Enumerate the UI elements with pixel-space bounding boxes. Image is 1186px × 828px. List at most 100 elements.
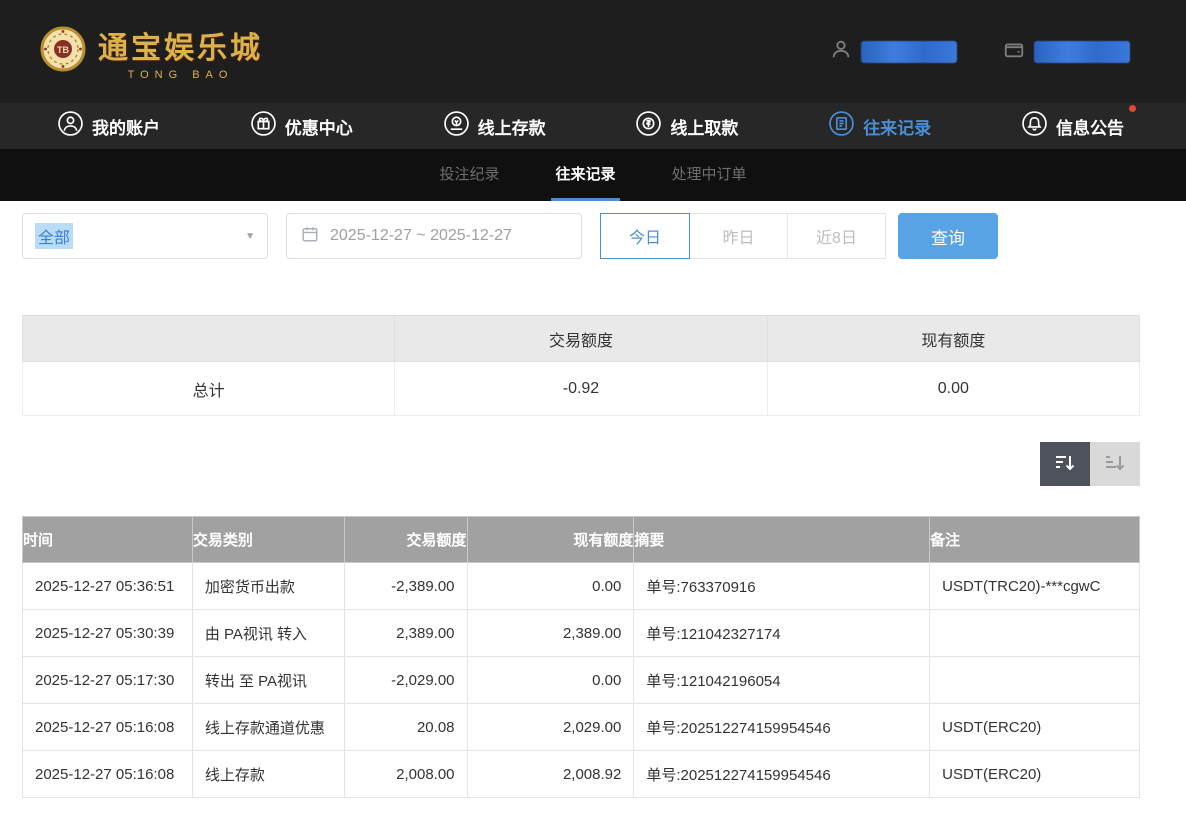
redacted-username <box>861 41 957 63</box>
date-range-value: 2025-12-27 ~ 2025-12-27 <box>330 227 512 245</box>
cell-summary: 单号:763370916 <box>634 563 930 610</box>
records-header-row: 时间 交易类别 交易额度 现有额度 摘要 备注 <box>23 517 1140 563</box>
category-selected-value: 全部 <box>35 223 73 249</box>
cell-summary: 单号:121042196054 <box>634 657 930 704</box>
coin-logo-icon: TB <box>40 26 86 77</box>
cell-summary: 单号:202512274159954546 <box>634 704 930 751</box>
cell-type: 转出 至 PA视讯 <box>192 657 344 704</box>
summary-table: 交易额度 现有额度 总计 -0.92 0.00 <box>22 315 1140 416</box>
table-row: 2025-12-27 05:16:08 线上存款通道优惠 20.08 2,029… <box>23 704 1140 751</box>
summary-total-label: 总计 <box>23 362 395 416</box>
header-balance: 现有额度 <box>467 517 634 563</box>
user-balance-summary[interactable] <box>1003 38 1130 65</box>
nav-item-announcements[interactable]: 信息公告 <box>1022 111 1124 141</box>
records-table: 时间 交易类别 交易额度 现有额度 摘要 备注 2025-12-27 05:36… <box>22 516 1140 798</box>
cell-remark <box>930 657 1140 704</box>
record-tabs: 投注纪录 往来记录 处理中订单 <box>0 149 1186 201</box>
sort-controls <box>0 442 1140 486</box>
tab-transaction-records[interactable]: 往来记录 <box>551 149 619 201</box>
cell-amount: -2,029.00 <box>344 657 467 704</box>
redacted-balance <box>1034 41 1130 63</box>
brand-text: 通宝娱乐城 TONG BAO <box>98 23 263 81</box>
summary-header-transaction: 交易额度 <box>395 316 767 362</box>
cell-remark <box>930 610 1140 657</box>
svg-text:TB: TB <box>57 45 69 55</box>
header-amount: 交易额度 <box>344 517 467 563</box>
sort-descending-button[interactable] <box>1040 442 1090 486</box>
cell-remark: USDT(TRC20)-***cgwC <box>930 563 1140 610</box>
cell-balance: 2,029.00 <box>467 704 634 751</box>
table-row: 2025-12-27 05:30:39 由 PA视讯 转入 2,389.00 2… <box>23 610 1140 657</box>
cell-amount: 20.08 <box>344 704 467 751</box>
calendar-icon <box>301 225 319 248</box>
cell-time: 2025-12-27 05:30:39 <box>23 610 193 657</box>
cell-type: 由 PA视讯 转入 <box>192 610 344 657</box>
deposit-icon <box>444 111 469 141</box>
cell-balance: 2,008.92 <box>467 751 634 798</box>
account-icon <box>58 111 83 141</box>
brand-logo: TB 通宝娱乐城 TONG BAO <box>40 23 263 81</box>
cell-type: 线上存款 <box>192 751 344 798</box>
user-account-summary[interactable] <box>830 38 957 65</box>
nav-item-my-account[interactable]: 我的账户 <box>58 111 160 141</box>
tab-label: 投注纪录 <box>439 163 499 184</box>
cell-time: 2025-12-27 05:17:30 <box>23 657 193 704</box>
tab-label: 往来记录 <box>555 163 615 184</box>
quick-range-today-button[interactable]: 今日 <box>600 213 690 259</box>
nav-label: 线上取款 <box>670 114 738 139</box>
quick-range-8days-button[interactable]: 近8日 <box>787 213 886 259</box>
summary-transaction-amount: -0.92 <box>395 362 767 416</box>
cell-remark: USDT(ERC20) <box>930 704 1140 751</box>
cell-time: 2025-12-27 05:16:08 <box>23 751 193 798</box>
records-icon <box>829 111 854 141</box>
search-button[interactable]: 查询 <box>898 213 998 259</box>
nav-item-online-deposit[interactable]: 线上存款 <box>444 111 546 141</box>
top-bar: TB 通宝娱乐城 TONG BAO <box>0 0 1186 103</box>
gift-icon <box>251 111 276 141</box>
nav-label: 优惠中心 <box>285 114 353 139</box>
table-row: 2025-12-27 05:16:08 线上存款 2,008.00 2,008.… <box>23 751 1140 798</box>
cell-summary: 单号:202512274159954546 <box>634 751 930 798</box>
withdraw-icon <box>636 111 661 141</box>
nav-item-online-withdrawal[interactable]: 线上取款 <box>636 111 738 141</box>
nav-label: 信息公告 <box>1056 114 1124 139</box>
wallet-icon <box>1003 38 1025 65</box>
sort-ascending-button[interactable] <box>1090 442 1140 486</box>
date-range-picker[interactable]: 2025-12-27 ~ 2025-12-27 <box>286 213 582 259</box>
main-nav: 我的账户 优惠中心 线上存款 线上取款 往来记录 <box>0 103 1186 149</box>
table-row: 2025-12-27 05:36:51 加密货币出款 -2,389.00 0.0… <box>23 563 1140 610</box>
cell-balance: 0.00 <box>467 657 634 704</box>
cell-type: 加密货币出款 <box>192 563 344 610</box>
header-time: 时间 <box>23 517 193 563</box>
nav-label: 线上存款 <box>478 114 546 139</box>
cell-time: 2025-12-27 05:36:51 <box>23 563 193 610</box>
cell-balance: 2,389.00 <box>467 610 634 657</box>
cell-time: 2025-12-27 05:16:08 <box>23 704 193 751</box>
nav-label: 我的账户 <box>92 114 160 139</box>
cell-amount: 2,008.00 <box>344 751 467 798</box>
summary-header-empty <box>23 316 395 362</box>
cell-summary: 单号:121042327174 <box>634 610 930 657</box>
tab-label: 处理中订单 <box>672 163 747 184</box>
table-row: 2025-12-27 05:17:30 转出 至 PA视讯 -2,029.00 … <box>23 657 1140 704</box>
notification-dot <box>1129 105 1136 112</box>
header-remark: 备注 <box>930 517 1140 563</box>
brand-subtitle: TONG BAO <box>98 69 263 81</box>
cell-balance: 0.00 <box>467 563 634 610</box>
sort-ascending-icon <box>1103 451 1127 478</box>
sort-descending-icon <box>1053 451 1077 478</box>
brand-name: 通宝娱乐城 <box>98 23 263 67</box>
cell-type: 线上存款通道优惠 <box>192 704 344 751</box>
quick-range-yesterday-button[interactable]: 昨日 <box>689 213 788 259</box>
nav-item-transaction-records[interactable]: 往来记录 <box>829 111 931 141</box>
quick-range-group: 今日 昨日 近8日 <box>600 213 886 259</box>
header-type: 交易类别 <box>192 517 344 563</box>
cell-remark: USDT(ERC20) <box>930 751 1140 798</box>
tab-betting-records[interactable]: 投注纪录 <box>435 149 503 201</box>
category-select[interactable]: 全部 ▼ <box>22 213 268 259</box>
summary-header-balance: 现有额度 <box>767 316 1139 362</box>
tab-pending-orders[interactable]: 处理中订单 <box>668 149 751 201</box>
nav-item-promotions[interactable]: 优惠中心 <box>251 111 353 141</box>
bell-icon <box>1022 111 1047 141</box>
chevron-down-icon: ▼ <box>245 231 255 242</box>
